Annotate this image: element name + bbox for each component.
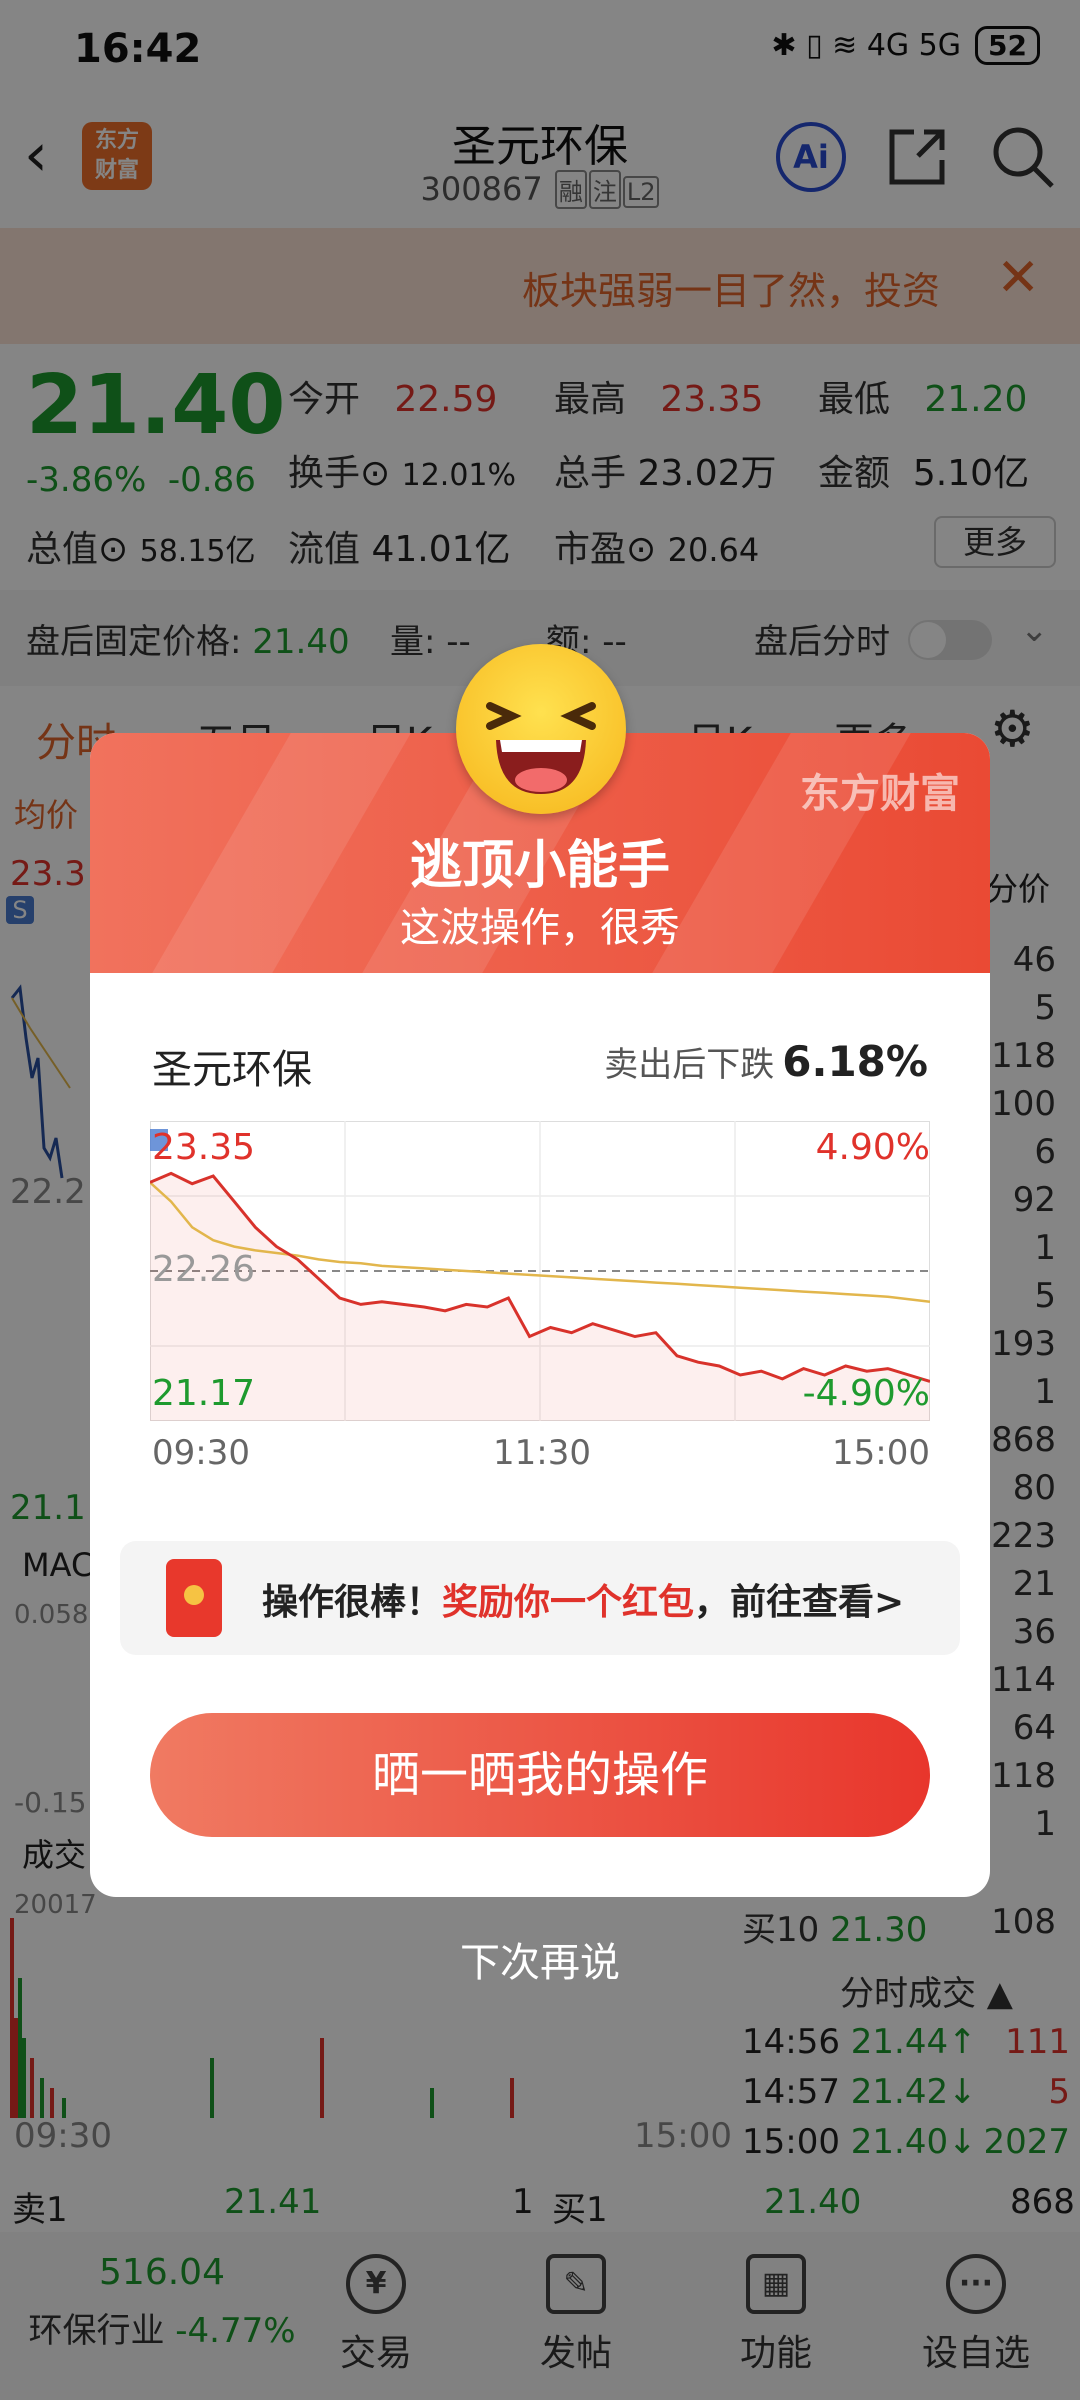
chart-x-mid: 11:30: [493, 1433, 591, 1473]
modal-subtitle: 这波操作，很秀: [400, 905, 680, 951]
share-operation-button[interactable]: 晒一晒我的操作: [150, 1713, 930, 1837]
chart-x-end: 15:00: [832, 1433, 930, 1473]
brand-watermark: 东方财富: [800, 771, 960, 817]
modal-title: 逃顶小能手: [409, 836, 670, 896]
red-packet-row[interactable]: 操作很棒！奖励你一个红包，前往查看>: [120, 1541, 960, 1655]
dismiss-later-link[interactable]: 下次再说: [0, 1930, 1080, 1988]
drop-after-sell: 卖出后下跌 6.18%: [604, 1037, 928, 1086]
chart-high-label: 23.35: [152, 1127, 256, 1168]
chart-low-pct: -4.90%: [802, 1373, 930, 1414]
laughing-emoji-icon: [456, 644, 626, 814]
achievement-modal: 东方财富 逃顶小能手 这波操作，很秀 圣元环保 卖出后下跌 6.18% 23.35…: [90, 733, 990, 1897]
red-packet-text: 操作很棒！奖励你一个红包，前往查看>: [262, 1582, 905, 1623]
chart-x-start: 09:30: [152, 1433, 250, 1473]
chart-high-pct: 4.90%: [815, 1127, 930, 1168]
modal-stock-name: 圣元环保: [152, 1047, 312, 1093]
red-packet-icon: [166, 1559, 222, 1637]
chart-low-label: 21.17: [152, 1373, 256, 1414]
chart-mid-label: 22.26: [152, 1249, 256, 1290]
